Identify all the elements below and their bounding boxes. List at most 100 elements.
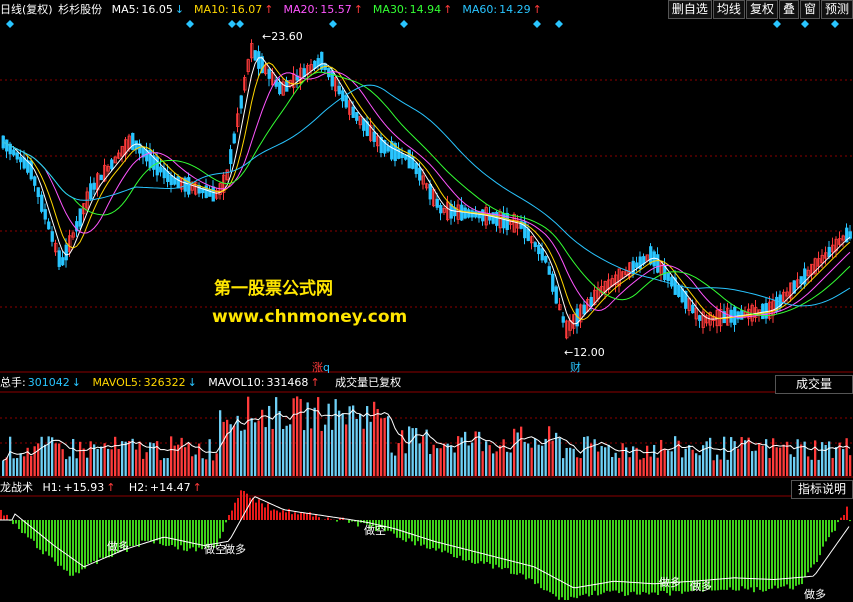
candle-body	[440, 205, 443, 212]
indicator-bar	[393, 520, 395, 534]
candle-body	[415, 163, 418, 174]
volume-bar	[293, 398, 295, 476]
candle-body	[240, 96, 243, 108]
volume-bar	[261, 410, 263, 476]
volume-bar	[356, 419, 358, 476]
high-price-label: ←23.60	[262, 30, 303, 43]
volume-bar	[734, 441, 736, 476]
toolbar-button[interactable]: 预测	[821, 0, 853, 19]
candle-body	[650, 247, 653, 264]
volume-bar	[685, 449, 687, 476]
volume-bar	[454, 453, 456, 476]
volume-bar	[244, 430, 246, 476]
event-diamond	[228, 20, 236, 28]
volume-bar	[167, 458, 169, 476]
candle-body	[100, 175, 103, 180]
candle-body	[636, 263, 639, 268]
volume-bar	[128, 441, 130, 476]
candle-body	[429, 184, 432, 199]
volume-bar	[104, 443, 106, 476]
indicator-bar	[438, 520, 440, 549]
indicator-bar	[609, 520, 611, 592]
volume-bar	[762, 446, 764, 476]
indicator-bar	[432, 520, 434, 548]
event-diamond	[6, 20, 14, 28]
indicator-bar	[780, 520, 782, 587]
indicator-bar	[348, 520, 350, 523]
volume-bar	[314, 408, 316, 476]
volume-bar	[664, 449, 666, 476]
indicator-bar	[45, 520, 47, 551]
chart-title: 日线(复权)	[0, 3, 53, 16]
candle-body	[230, 150, 233, 164]
volume-bar	[818, 460, 820, 476]
indicator-bar	[231, 511, 233, 520]
indicator-bar	[228, 515, 230, 520]
indicator-bar	[183, 520, 185, 550]
indicator-bar	[564, 520, 566, 600]
indicator-bar	[630, 520, 632, 592]
toolbar-button[interactable]: 删自选	[668, 0, 712, 19]
toolbar-button[interactable]: 均线	[713, 0, 745, 19]
volume-bar	[265, 427, 267, 476]
indicator-bar	[63, 520, 65, 570]
volume-bar	[100, 447, 102, 476]
indicator-bar	[732, 520, 734, 590]
indicator-bar	[603, 520, 605, 593]
volume-bar	[202, 458, 204, 476]
indicator-bar	[84, 520, 86, 569]
indicator-bar	[558, 520, 560, 600]
indicator-bar	[147, 520, 149, 541]
indicator-help-button[interactable]: 指标说明	[791, 480, 853, 499]
indicator-bar	[837, 520, 839, 522]
indicator-bar	[738, 520, 740, 590]
indicator-bar	[849, 520, 851, 521]
kline-chart-canvas[interactable]	[0, 0, 853, 600]
volume-bar	[209, 439, 211, 476]
volume-bar	[324, 425, 326, 476]
watermark-url: www.chnmoney.com	[212, 307, 407, 327]
volume-bar	[342, 414, 344, 476]
indicator-bar	[834, 520, 836, 531]
indicator-bar	[180, 520, 182, 545]
toolbar-button[interactable]: 叠	[779, 0, 799, 19]
finance-marker[interactable]: 财	[570, 359, 581, 375]
total-label: 总手:	[0, 376, 26, 389]
indicator-bar	[414, 520, 416, 545]
indicator-bar	[561, 520, 563, 597]
candle-body	[828, 247, 831, 256]
indicator-bar	[171, 520, 173, 545]
event-diamond	[236, 20, 244, 28]
volume-bar	[538, 445, 540, 476]
indicator-bar	[636, 520, 638, 595]
toolbar-button[interactable]: 复权	[746, 0, 778, 19]
volume-bar	[653, 445, 655, 476]
candle-body	[233, 134, 236, 143]
volume-button[interactable]: 成交量	[775, 375, 853, 394]
candle-body	[552, 274, 555, 291]
signal-label: 做多	[224, 541, 246, 557]
indicator-bar	[249, 498, 251, 520]
volume-bar	[513, 429, 515, 476]
toolbar-button[interactable]: 窗	[800, 0, 820, 19]
volume-bar	[552, 441, 554, 476]
indicator-bar	[6, 515, 8, 520]
indicator-bar	[486, 520, 488, 562]
indicator-bar	[777, 520, 779, 588]
candle-body	[13, 150, 16, 155]
volume-bar	[727, 460, 729, 476]
candle-body	[48, 222, 51, 229]
zhang-marker[interactable]: 涨q	[312, 359, 330, 375]
volume-bar	[531, 448, 533, 476]
candle-body	[555, 287, 558, 303]
indicator-bar	[198, 520, 200, 548]
indicator-bar	[462, 520, 464, 560]
volume-bar	[422, 436, 424, 476]
indicator-bar	[159, 520, 161, 544]
volume-bar	[436, 448, 438, 476]
volume-bar	[9, 437, 11, 476]
total-arrow: ↓	[72, 376, 81, 389]
indicator-bar	[615, 520, 617, 590]
indicator-bar	[12, 520, 14, 524]
indicator-bar	[234, 503, 236, 520]
